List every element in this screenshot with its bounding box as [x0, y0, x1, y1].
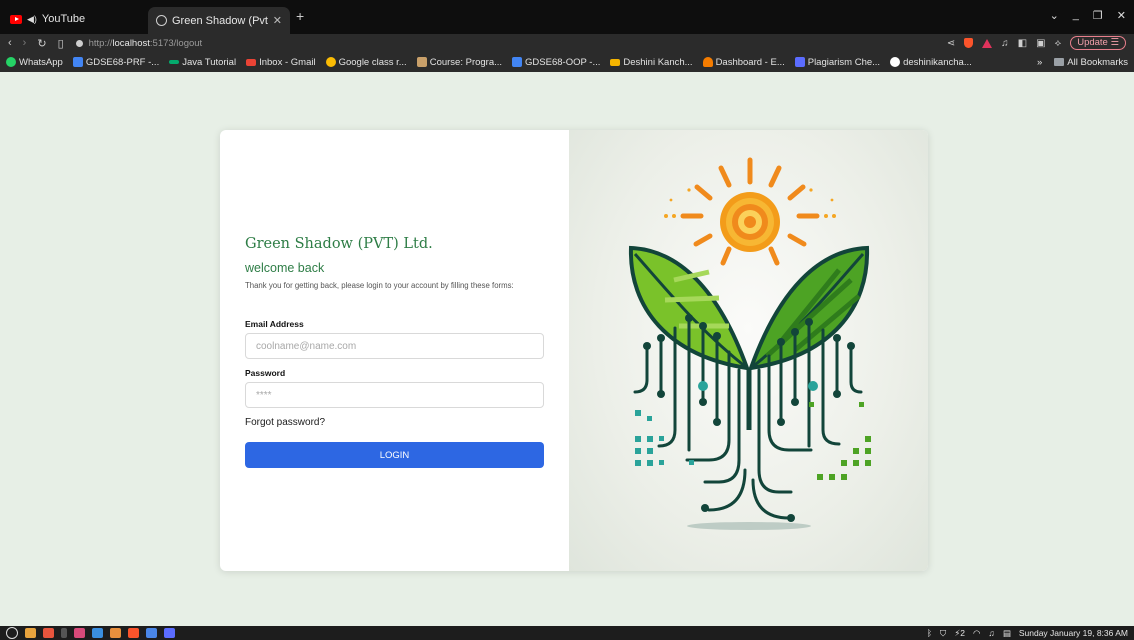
- app-icon[interactable]: [164, 628, 175, 638]
- bluetooth-icon[interactable]: ᛒ: [927, 628, 932, 638]
- sidebar-icon[interactable]: ◧: [1018, 38, 1027, 49]
- bookmark-whatsapp[interactable]: WhatsApp: [6, 57, 63, 68]
- site-info-icon[interactable]: [75, 39, 83, 47]
- youtube-icon: [10, 14, 22, 24]
- share-icon[interactable]: ⋖: [947, 38, 955, 49]
- address-bar[interactable]: http://localhost:5173/logout: [75, 37, 203, 49]
- toolbar: ‹ › ↻ ▯ http://localhost:5173/logout ⋖ ♫…: [0, 34, 1134, 52]
- files-icon[interactable]: [25, 628, 36, 638]
- restore-button[interactable]: ❐: [1093, 9, 1103, 22]
- hero-illustration: [569, 130, 928, 571]
- page-viewport: Green Shadow (PVT) Ltd. welcome back Tha…: [0, 72, 1134, 626]
- forgot-password-link[interactable]: Forgot password?: [245, 417, 545, 428]
- welcome-heading: welcome back: [245, 261, 325, 275]
- login-button[interactable]: LOGIN: [245, 442, 544, 468]
- google-docs-icon: [72, 57, 83, 67]
- app-icon[interactable]: [146, 628, 157, 638]
- google-icon: [325, 57, 336, 67]
- brave-rewards-icon[interactable]: [982, 38, 993, 48]
- w3schools-icon: [169, 60, 180, 64]
- reload-button[interactable]: ↻: [37, 37, 46, 50]
- battery-icon[interactable]: ⚡2: [954, 628, 965, 639]
- bookmark-java-tutorial[interactable]: Java Tutorial: [169, 57, 236, 68]
- login-form: Green Shadow (PVT) Ltd. welcome back Tha…: [245, 236, 545, 468]
- clock[interactable]: Sunday January 19, 8:36 AM: [1019, 628, 1128, 638]
- globe-icon: [156, 15, 167, 26]
- back-button[interactable]: ‹: [8, 37, 12, 49]
- update-manager-icon[interactable]: ⛉: [940, 628, 946, 639]
- email-field[interactable]: [245, 333, 544, 359]
- firefox-icon[interactable]: [43, 628, 54, 638]
- url-text: http://localhost:5173/logout: [88, 37, 203, 49]
- app-icon[interactable]: [110, 628, 121, 638]
- all-bookmarks-button[interactable]: All Bookmarks: [1054, 57, 1128, 68]
- minimize-button[interactable]: _: [1073, 9, 1079, 22]
- drive-icon: [610, 58, 621, 66]
- new-tab-button[interactable]: +: [296, 8, 304, 24]
- speaker-icon[interactable]: ◀): [27, 14, 37, 25]
- wifi-icon[interactable]: ◠: [973, 628, 980, 639]
- bookmark-gdse68-oop[interactable]: GDSE68-OOP -...: [512, 57, 600, 68]
- brand-title: Green Shadow (PVT) Ltd.: [245, 236, 433, 252]
- close-tab-icon[interactable]: ✕: [273, 14, 282, 27]
- plagiarism-icon: [794, 57, 805, 67]
- window-controls: ⌄ _ ❐ ✕: [1050, 9, 1126, 22]
- google-docs-icon: [512, 57, 523, 67]
- update-button[interactable]: Update ☰: [1070, 36, 1126, 50]
- course-icon: [416, 57, 427, 67]
- vpn-icon[interactable]: ⟡: [1055, 38, 1062, 49]
- tab-strip: ◀) YouTube Green Shadow (Pvt) Ltd. ✕ + ⌄…: [0, 0, 1134, 34]
- tab-label: YouTube: [41, 13, 86, 25]
- gmail-icon: [246, 58, 257, 66]
- forward-button[interactable]: ›: [23, 37, 27, 49]
- brave-browser-icon[interactable]: [128, 628, 139, 638]
- bookmark-deshini[interactable]: Deshini Kanch...: [610, 57, 693, 68]
- sun-leaves-circuit-illustration: [628, 157, 871, 530]
- email-label: Email Address: [245, 319, 304, 329]
- bookmark-dashboard[interactable]: Dashboard - E...: [702, 57, 785, 68]
- media-icon[interactable]: ♫: [1001, 38, 1009, 49]
- bookmark-google-classroom[interactable]: Google class r...: [325, 57, 407, 68]
- login-subtitle: Thank you for getting back, please login…: [245, 281, 514, 290]
- bookmark-plagiarism[interactable]: Plagiarism Che...: [794, 57, 880, 68]
- vscode-icon[interactable]: [92, 628, 103, 638]
- bookmark-course[interactable]: Course: Progra...: [416, 57, 502, 68]
- close-window-button[interactable]: ✕: [1117, 9, 1126, 22]
- tab-label: Green Shadow (Pvt) Ltd.: [172, 14, 268, 27]
- github-icon: [890, 57, 901, 67]
- sound-icon[interactable]: ♫: [988, 628, 994, 638]
- tab-green-shadow[interactable]: Green Shadow (Pvt) Ltd. ✕: [148, 7, 290, 34]
- folder-icon: [1054, 58, 1065, 66]
- bookmarks-bar: WhatsApp GDSE68-PRF -... Java Tutorial I…: [0, 52, 1134, 72]
- terminal-icon[interactable]: [61, 628, 67, 638]
- more-bookmarks-button[interactable]: »: [1037, 57, 1042, 68]
- tab-youtube[interactable]: ◀) YouTube: [10, 8, 85, 30]
- taskbar: ᛒ ⛉ ⚡2 ◠ ♫ ▤ Sunday January 19, 8:36 AM: [0, 626, 1134, 640]
- password-label: Password: [245, 368, 286, 378]
- dashboard-icon: [702, 57, 713, 67]
- start-menu-icon[interactable]: [6, 627, 18, 639]
- intellij-icon[interactable]: [74, 628, 85, 638]
- whatsapp-icon: [6, 57, 16, 67]
- wallet-icon[interactable]: ▣: [1036, 38, 1045, 49]
- password-field[interactable]: [245, 382, 544, 408]
- tab-search-icon[interactable]: ⌄: [1050, 9, 1059, 22]
- bookmark-gdse68-prf[interactable]: GDSE68-PRF -...: [72, 57, 159, 68]
- bookmark-github[interactable]: deshinikancha...: [890, 57, 972, 68]
- clipboard-icon[interactable]: ▤: [1003, 628, 1011, 639]
- brave-shields-icon[interactable]: [964, 38, 974, 48]
- bookmark-page-icon[interactable]: ▯: [58, 37, 64, 50]
- login-card: Green Shadow (PVT) Ltd. welcome back Tha…: [220, 130, 928, 571]
- bookmark-gmail[interactable]: Inbox - Gmail: [246, 57, 316, 68]
